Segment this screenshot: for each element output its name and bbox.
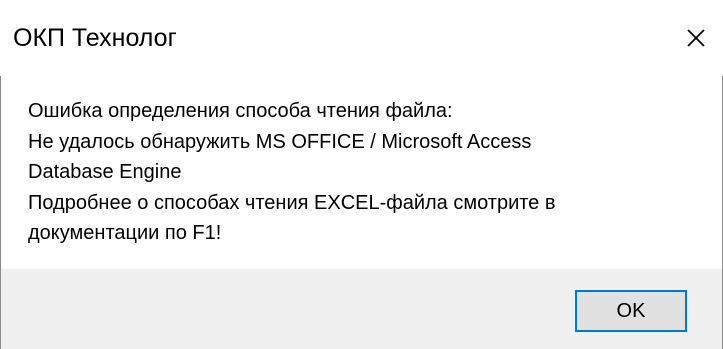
close-button[interactable]: [669, 0, 723, 76]
message-line: Подробнее о способах чтения EXCEL-файла …: [28, 191, 556, 214]
window-title: ОКП Технолог: [13, 24, 177, 52]
title-bar[interactable]: ОКП Технолог: [0, 0, 723, 76]
message-line: Ошибка определения способа чтения файла:: [28, 100, 453, 122]
message-line: Database Engine: [28, 161, 182, 183]
error-message: Ошибка определения способа чтения файла:…: [28, 96, 708, 249]
message-line: документации по F1!: [28, 222, 222, 244]
ok-button[interactable]: OK: [575, 290, 687, 332]
message-line: Не удалось обнаружить MS OFFICE / Micros…: [28, 130, 532, 153]
message-dialog: ОКП Технолог Ошибка определения способа …: [0, 0, 723, 349]
button-bar: OK: [1, 269, 722, 349]
close-icon: [687, 29, 705, 47]
dialog-content: Ошибка определения способа чтения файла:…: [1, 76, 722, 269]
